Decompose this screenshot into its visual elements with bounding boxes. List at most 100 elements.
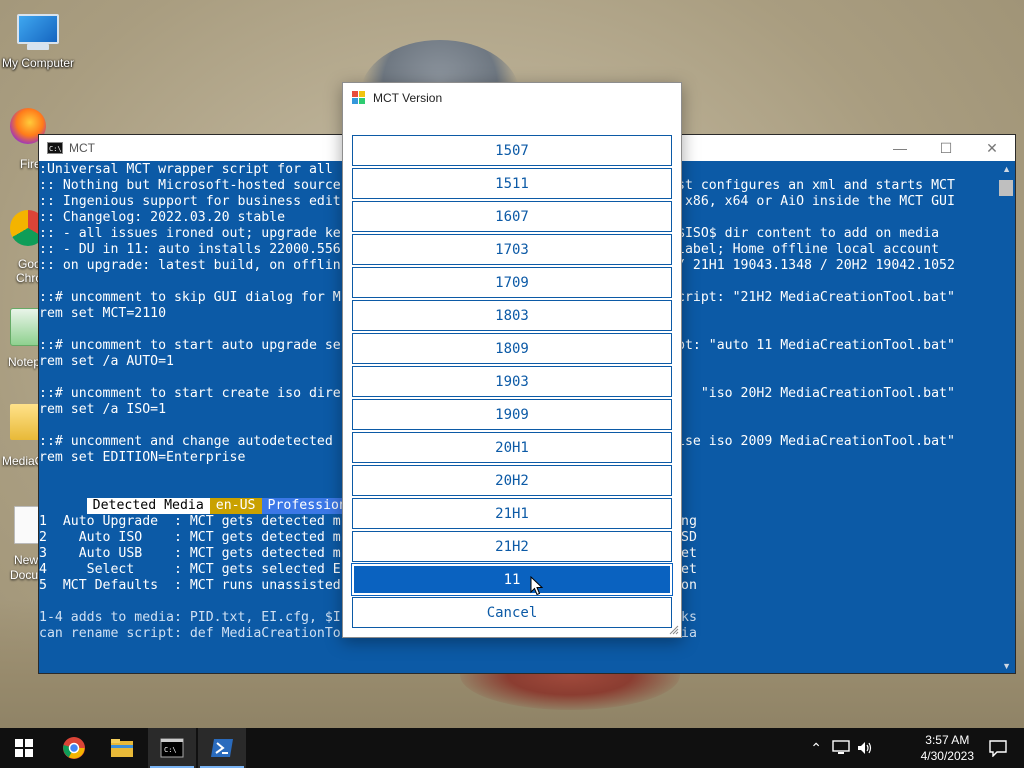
terminal-icon: C:\ [47, 142, 63, 154]
taskbar-chrome[interactable] [50, 728, 98, 768]
notification-icon [989, 740, 1007, 757]
version-button-11[interactable]: 11 [351, 563, 673, 596]
console-line-right: ise iso 2009 MediaCreationTool.bat" [677, 434, 955, 449]
powershell-icon [211, 739, 233, 757]
desktop-icon-my-computer[interactable]: My Computer [0, 8, 76, 70]
version-button-1607[interactable]: 1607 [352, 201, 672, 232]
version-button-1803[interactable]: 1803 [352, 300, 672, 331]
close-icon: ✕ [986, 139, 998, 156]
resize-grip-icon[interactable] [667, 623, 679, 635]
version-button-21h1[interactable]: 21H1 [352, 498, 672, 529]
close-button[interactable]: ✕ [969, 135, 1015, 161]
console-line: :Universal MCT wrapper script for all [39, 162, 333, 177]
clock-time: 3:57 AM [925, 733, 970, 747]
console-line-right: "iso 20H2 MediaCreationTool.bat" [677, 386, 955, 401]
console-line-right: label; Home offline local account [677, 242, 940, 257]
taskbar-terminal[interactable]: C:\ [148, 728, 196, 768]
version-button-1507[interactable]: 1507 [352, 135, 672, 166]
console-line-right: / 21H1 19043.1348 / 20H2 19042.1052 [677, 258, 955, 273]
version-button-20h2[interactable]: 20H2 [352, 465, 672, 496]
footer-line: can rename script: def MediaCreationTo [39, 626, 341, 641]
chevron-up-icon[interactable]: ⌃ [810, 740, 822, 757]
computer-icon [16, 14, 60, 54]
scroll-thumb[interactable] [999, 180, 1013, 196]
menu-line: 3 Auto USB : MCT gets detected m [39, 546, 341, 561]
console-line-right: x86, x64 or AiO inside the MCT GUI [677, 194, 955, 209]
console-title: MCT [69, 141, 95, 155]
menu-line: 1 Auto Upgrade : MCT gets detected m [39, 514, 341, 529]
version-button-1903[interactable]: 1903 [352, 366, 672, 397]
desktop-icon-label: My Computer [1, 56, 75, 70]
svg-text:C:\: C:\ [164, 746, 177, 754]
file-explorer-icon [111, 739, 133, 757]
minimize-button[interactable]: — [877, 135, 923, 161]
console-line: ::# uncomment to skip GUI dialog for M [39, 290, 341, 305]
version-button-1909[interactable]: 1909 [352, 399, 672, 430]
menu-line-right: et [681, 562, 697, 577]
version-button-1703[interactable]: 1703 [352, 234, 672, 265]
version-button-1511[interactable]: 1511 [352, 168, 672, 199]
mouse-cursor-icon [530, 576, 544, 596]
console-line: rem set /a AUTO=1 [39, 354, 174, 369]
console-line: :: Nothing but Microsoft-hosted source [39, 178, 341, 193]
desktop-icon-label: Docu [10, 568, 39, 582]
minimize-icon: — [893, 140, 907, 156]
console-scrollbar[interactable]: ▲ ▼ [997, 162, 1015, 673]
taskbar-file-explorer[interactable] [98, 728, 146, 768]
maximize-icon: ☐ [939, 139, 953, 156]
notification-button[interactable] [980, 728, 1016, 768]
taskbar-clock[interactable]: 3:57 AM 4/30/2023 [921, 732, 974, 764]
console-line-right: st configures an xml and starts MCT [677, 178, 955, 193]
dialog-titlebar[interactable]: MCT Version [343, 83, 681, 113]
app-icon [352, 91, 366, 105]
console-line-right: $ISO$ dir content to add on media [677, 226, 940, 241]
menu-line-right: SD [681, 530, 697, 545]
dialog-title: MCT Version [373, 91, 443, 105]
start-button[interactable] [0, 728, 48, 768]
start-icon [15, 739, 33, 757]
menu-line: 2 Auto ISO : MCT gets detected m [39, 530, 341, 545]
desktop-icon-label: Notep [8, 355, 41, 369]
footer-line: 1-4 adds to media: PID.txt, EI.cfg, $I [39, 610, 341, 625]
detected-media-bar: Detected Media en-US Professional [39, 482, 369, 514]
clock-date: 4/30/2023 [920, 749, 974, 763]
console-line: :: Changelog: 2022.03.20 stable [39, 210, 286, 225]
version-button-21h2[interactable]: 21H2 [352, 531, 672, 562]
terminal-icon: C:\ [160, 738, 184, 758]
menu-line: 5 MCT Defaults : MCT runs unassisted [39, 578, 341, 593]
mct-version-dialog[interactable]: MCT Version 1507 1511 1607 1703 1709 1803 1809… [342, 82, 682, 638]
console-line-right: pt: "auto 11 MediaCreationTool.bat" [677, 338, 955, 353]
console-line: rem set EDITION=Enterprise [39, 450, 246, 465]
console-line: rem set /a ISO=1 [39, 402, 167, 417]
detected-media-label: Detected Media [86, 498, 210, 514]
language-badge: en-US [209, 498, 262, 514]
taskbar: C:\ ⌃ 3:57 AM 4/30/2023 [0, 728, 1024, 768]
menu-line: 4 Select : MCT gets selected E [39, 562, 341, 577]
scroll-down-icon[interactable]: ▼ [1002, 661, 1011, 671]
menu-line-right: on [681, 578, 697, 593]
console-line: :: - all issues ironed out; upgrade ke [39, 226, 341, 241]
menu-line-right: ng [681, 514, 697, 529]
console-line: ::# uncomment and change autodetected [39, 434, 333, 449]
volume-icon[interactable] [856, 740, 874, 756]
menu-line-right: et [681, 546, 697, 561]
version-button-20h1[interactable]: 20H1 [352, 432, 672, 463]
taskbar-powershell[interactable] [198, 728, 246, 768]
maximize-button[interactable]: ☐ [923, 135, 969, 161]
console-line: ::# uncomment to start auto upgrade se [39, 338, 341, 353]
system-tray: ⌃ [810, 728, 874, 768]
chrome-icon [63, 737, 85, 759]
console-line-right: cript: "21H2 MediaCreationTool.bat" [677, 290, 955, 305]
network-icon[interactable] [832, 740, 850, 756]
console-line: :: Ingenious support for business edit [39, 194, 341, 209]
footer-line-right: ia [681, 626, 697, 641]
console-line: :: - DU in 11: auto installs 22000.556 [39, 242, 341, 257]
desktop-icon-label: New [14, 553, 39, 567]
footer-line-right: ks [681, 610, 697, 625]
console-line: rem set MCT=2110 [39, 306, 167, 321]
cancel-button[interactable]: Cancel [352, 597, 672, 628]
version-button-1809[interactable]: 1809 [352, 333, 672, 364]
console-line: ::# uncomment to start create iso dire [39, 386, 341, 401]
version-button-1709[interactable]: 1709 [352, 267, 672, 298]
scroll-up-icon[interactable]: ▲ [1002, 164, 1011, 174]
